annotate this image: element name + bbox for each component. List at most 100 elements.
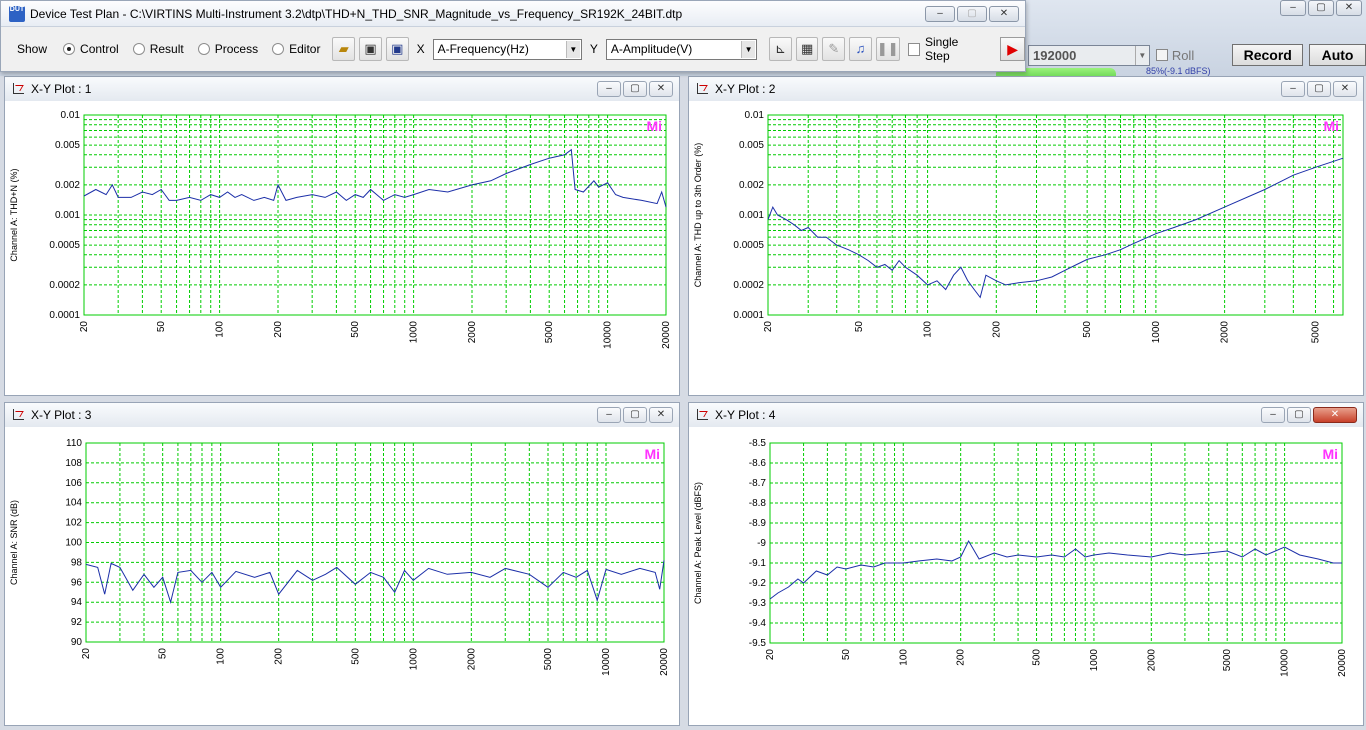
x-axis-label: X	[416, 42, 425, 56]
close-icon[interactable]: ✕	[1333, 81, 1357, 97]
minimize-icon[interactable]: –	[597, 81, 621, 97]
close-icon[interactable]: ✕	[1336, 0, 1362, 16]
plot-title-bar[interactable]: X-Y Plot : 3 – ▢ ✕	[5, 403, 679, 427]
minimize-icon[interactable]: –	[1281, 81, 1305, 97]
x-tick-label: 200	[991, 321, 1002, 338]
grid	[767, 114, 1343, 316]
y-axis-select[interactable]: A-Amplitude(V) ▼	[605, 38, 758, 60]
y-tick-label: 110	[66, 438, 82, 449]
single-step-label: Single Step	[924, 35, 959, 63]
maximize-icon[interactable]: ▢	[957, 5, 987, 22]
radio-result[interactable]: Result	[132, 42, 184, 56]
plot-title-bar[interactable]: X-Y Plot : 1 – ▢ ✕	[5, 77, 679, 101]
maximize-icon[interactable]: ▢	[1308, 0, 1334, 16]
minimize-icon[interactable]: –	[1280, 0, 1306, 16]
y-tick-label: 102	[65, 518, 82, 529]
x-tick-label: 2000	[467, 321, 478, 344]
plot-title: X-Y Plot : 3	[31, 408, 92, 422]
record-button[interactable]: Record	[1232, 44, 1304, 66]
x-tick-label: 10000	[1280, 649, 1291, 677]
pause-icon[interactable]: ❚❚	[875, 37, 900, 61]
series-line	[769, 539, 1342, 600]
chevron-down-icon: ▼	[1134, 45, 1149, 65]
play-icon[interactable]: ▶	[1000, 37, 1025, 61]
y-tick-label: 0.001	[55, 210, 80, 221]
close-icon[interactable]: ✕	[1313, 407, 1357, 423]
radio-label: Result	[149, 42, 184, 56]
minimize-icon[interactable]: –	[597, 407, 621, 423]
x-tick-label: 50	[854, 321, 865, 333]
save-icon[interactable]: ▣	[359, 37, 382, 61]
x-tick-label: 5000	[1310, 321, 1321, 344]
x-tick-label: 100	[923, 321, 934, 338]
xy-plot-icon	[695, 82, 709, 96]
mi-watermark: Mi	[646, 118, 662, 134]
mi-watermark: Mi	[1323, 118, 1339, 134]
plot-window-controls: – ▢ ✕	[1261, 407, 1357, 423]
y-axis-value: A-Amplitude(V)	[610, 41, 693, 56]
maximize-icon[interactable]: ▢	[1287, 407, 1311, 423]
plot-title: X-Y Plot : 1	[31, 82, 92, 96]
y-tick-label: 0.005	[739, 140, 764, 151]
x-tick-label: 50	[156, 321, 167, 333]
maximize-icon[interactable]: ▢	[623, 81, 647, 97]
tools-icon[interactable]: ✎	[822, 37, 846, 61]
dialog-title-bar[interactable]: DUT Device Test Plan - C:\VIRTINS Multi-…	[1, 1, 1025, 27]
y-tick-label: 90	[71, 637, 83, 648]
y-tick-label: -9.1	[749, 558, 767, 569]
dialog-toolbar: Show Control Result Process Editor ▰ ▣ ▣…	[1, 27, 1025, 71]
sample-rate-value: 192000	[1033, 47, 1077, 63]
xy-plot-icon	[695, 408, 709, 422]
maximize-icon[interactable]: ▢	[623, 407, 647, 423]
x-tick-label: 200	[956, 649, 967, 666]
checkbox-icon	[1155, 49, 1168, 61]
single-step-checkbox[interactable]: Single Step	[907, 35, 983, 63]
x-tick-label: 20	[81, 648, 92, 660]
y-tick-label: 94	[71, 597, 83, 608]
minimize-icon[interactable]: –	[925, 5, 955, 22]
x-tick-label: 20	[763, 321, 774, 333]
roll-checkbox[interactable]: Roll	[1155, 48, 1227, 63]
close-icon[interactable]: ✕	[989, 5, 1019, 22]
main-window-controls: – ▢ ✕	[1280, 0, 1362, 18]
x-tick-label: 50	[841, 649, 852, 661]
speaker-icon[interactable]: ♫	[849, 37, 872, 61]
y-tick-label: -8.6	[749, 458, 767, 469]
grid	[83, 114, 667, 316]
close-icon[interactable]: ✕	[649, 407, 673, 423]
sample-rate-select[interactable]: 192000 ▼	[1028, 44, 1150, 66]
xy-plot-icon	[11, 82, 25, 96]
x-tick-label: 2000	[466, 648, 477, 671]
xy-plot-icon	[11, 408, 25, 422]
y-tick-label: 98	[71, 557, 83, 568]
device-test-plan-dialog: DUT Device Test Plan - C:\VIRTINS Multi-…	[0, 0, 1026, 72]
dialog-window-controls: – ▢ ✕	[925, 5, 1019, 22]
auto-button[interactable]: Auto	[1309, 44, 1366, 66]
plot-window-controls: – ▢ ✕	[597, 407, 673, 423]
plot-title-bar[interactable]: X-Y Plot : 2 – ▢ ✕	[689, 77, 1363, 101]
radio-process[interactable]: Process	[197, 42, 258, 56]
y-tick-label: -8.8	[749, 498, 767, 509]
dialog-title: Device Test Plan - C:\VIRTINS Multi-Inst…	[30, 6, 683, 21]
y-axis-label: Channel A: THD up to 3th Order (%)	[693, 143, 703, 287]
series-line	[83, 148, 667, 208]
radio-icon	[63, 43, 76, 55]
maximize-icon[interactable]: ▢	[1307, 81, 1331, 97]
plot-canvas: 110 108 106 104 102 100 98 96 94 92 9020 50 100 200 50…	[9, 438, 670, 676]
x-axis-select[interactable]: A-Frequency(Hz) ▼	[432, 38, 582, 60]
x-tick-label: 200	[273, 321, 284, 338]
minimize-icon[interactable]: –	[1261, 407, 1285, 423]
table-icon[interactable]: ▦	[795, 37, 819, 61]
open-folder-icon[interactable]: ▰	[332, 37, 356, 61]
y-tick-label: 0.0001	[49, 310, 80, 321]
xy-plot-icon[interactable]: ⊾	[769, 37, 792, 61]
y-tick-label: -9.5	[749, 638, 767, 649]
x-tick-label: 500	[350, 648, 361, 665]
y-tick-label: 0.0002	[49, 280, 80, 291]
save-as-icon[interactable]: ▣	[385, 37, 409, 61]
xy-plot-window-3: X-Y Plot : 3 – ▢ ✕ 110 108 106 104 102 100 98 96 9…	[4, 402, 680, 726]
radio-control[interactable]: Control	[63, 42, 119, 56]
close-icon[interactable]: ✕	[649, 81, 673, 97]
plot-title-bar[interactable]: X-Y Plot : 4 – ▢ ✕	[689, 403, 1363, 427]
radio-editor[interactable]: Editor	[272, 42, 320, 56]
